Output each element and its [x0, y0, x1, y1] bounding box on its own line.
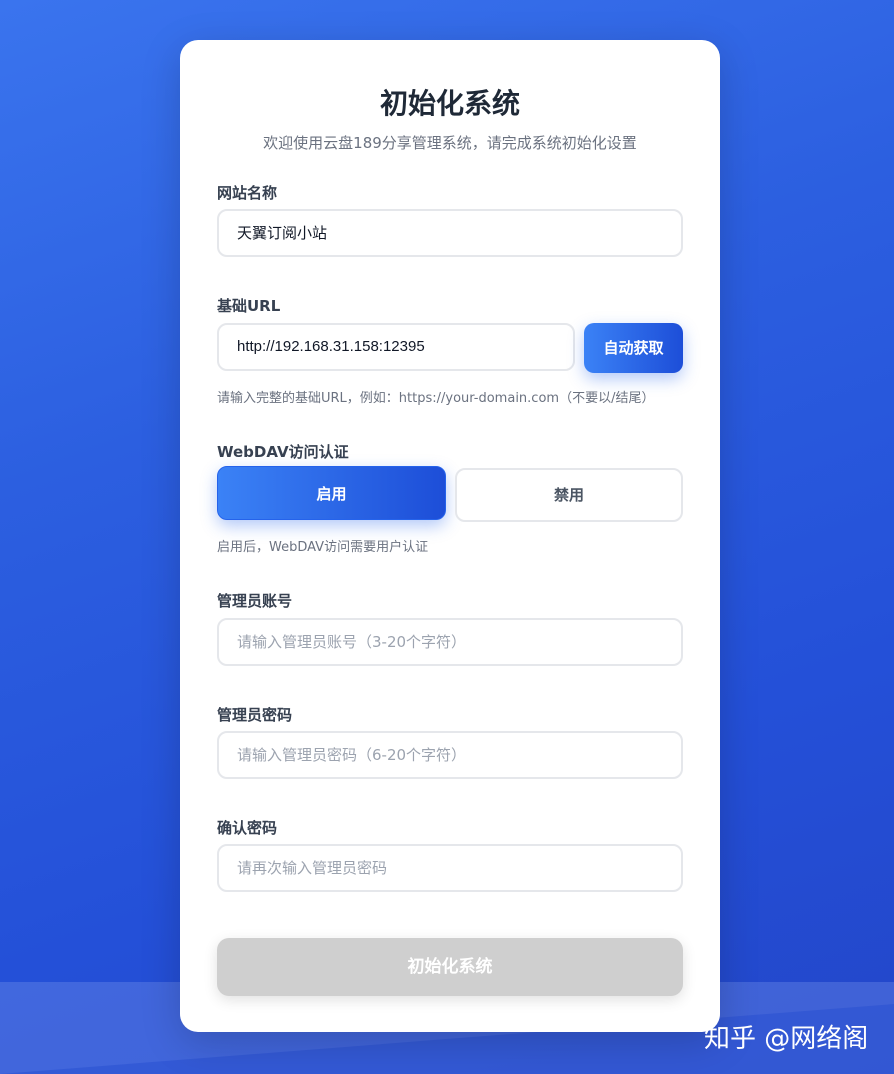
admin-account-label: 管理员账号 [217, 592, 293, 610]
admin-account-input[interactable]: 请输入管理员账号（3-20个字符） [217, 618, 683, 666]
webdav-enable-button[interactable]: 启用 [217, 466, 446, 520]
auto-detect-button[interactable]: 自动获取 [584, 323, 683, 373]
confirm-password-input[interactable]: 请再次输入管理员密码 [217, 844, 683, 892]
admin-password-label: 管理员密码 [217, 706, 293, 724]
site-name-input[interactable]: 天翼订阅小站 [217, 209, 683, 257]
initialize-button[interactable]: 初始化系统 [217, 938, 683, 996]
webdav-label: WebDAV访问认证 [217, 443, 349, 461]
site-name-label: 网站名称 [217, 184, 278, 202]
webdav-disable-button[interactable]: 禁用 [455, 468, 683, 522]
base-url-label: 基础URL [217, 297, 281, 315]
watermark: 知乎 @网络阁 [704, 1024, 869, 1054]
base-url-input[interactable]: http://192.168.31.158:12395 [217, 323, 575, 371]
base-url-hint: 请输入完整的基础URL，例如：https://your-domain.com（不… [217, 391, 655, 406]
webdav-hint: 启用后，WebDAV访问需要用户认证 [217, 540, 429, 555]
admin-password-input[interactable]: 请输入管理员密码（6-20个字符） [217, 731, 683, 779]
confirm-password-label: 确认密码 [217, 819, 278, 837]
page-subtitle: 欢迎使用云盘189分享管理系统，请完成系统初始化设置 [263, 134, 637, 152]
init-card: 初始化系统 欢迎使用云盘189分享管理系统，请完成系统初始化设置 网站名称 天翼… [180, 40, 720, 1032]
page-title: 初始化系统 [379, 87, 520, 120]
